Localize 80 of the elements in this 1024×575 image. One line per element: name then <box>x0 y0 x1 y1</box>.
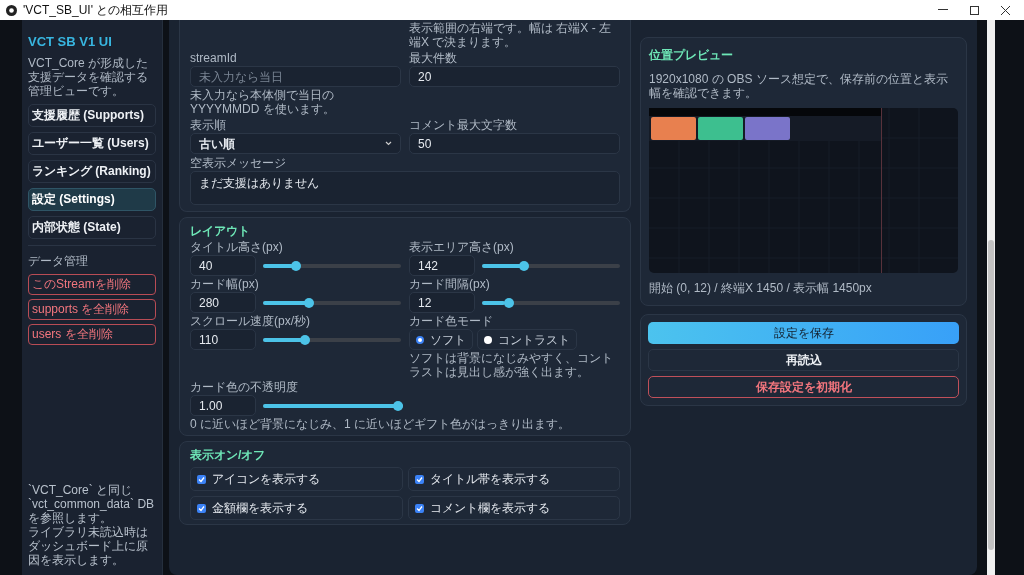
field-label: コメント最大文字数 <box>409 118 518 132</box>
checkbox-option[interactable]: アイコンを表示する <box>190 467 403 491</box>
slider-thumb[interactable] <box>303 297 314 308</box>
field-label: スクロール速度(px/秒) <box>190 314 311 328</box>
field-label: カード色の不透明度 <box>190 380 299 394</box>
checkbox-label: アイコンを表示する <box>212 471 320 488</box>
slider[interactable] <box>263 260 401 271</box>
close-icon[interactable] <box>1001 5 1010 15</box>
delete-button[interactable]: このStreamを削除 <box>28 273 156 295</box>
nav-item[interactable]: 支援履歴 (Supports) <box>28 103 156 127</box>
slider[interactable] <box>482 297 620 308</box>
input-field[interactable]: 未入力なら当日 <box>190 66 401 87</box>
field-label: 表示エリア高さ(px) <box>409 240 515 254</box>
reset-button[interactable]: 保存設定を初期化 <box>648 376 959 398</box>
input-field[interactable]: 142 <box>409 255 475 276</box>
checkbox-option[interactable]: コメント欄を表示する <box>407 496 620 520</box>
field-label: カード幅(px) <box>190 277 260 291</box>
checkbox[interactable] <box>197 474 206 484</box>
note-text: `VCT_Core` と同じ `vct_common_data` DB を参照します。 <box>28 483 156 525</box>
slider-thumb[interactable] <box>291 260 302 271</box>
reload-button[interactable]: 再読込 <box>648 349 959 371</box>
slider-thumb[interactable] <box>519 260 530 271</box>
checkbox-label: コメント欄を表示する <box>429 500 550 517</box>
input-field[interactable]: 110 <box>190 329 256 350</box>
checkbox-option[interactable]: 金額欄を表示する <box>190 496 403 520</box>
nav-item[interactable]: ユーザー一覧 (Users) <box>28 131 156 155</box>
app-icon <box>6 4 17 16</box>
input-field[interactable]: 12 <box>409 292 475 313</box>
input-field[interactable]: 20 <box>409 66 620 87</box>
scrollbar[interactable] <box>987 20 995 575</box>
nav-item[interactable]: 内部状態 (State) <box>28 215 156 239</box>
section-heading: データ管理 <box>28 252 89 270</box>
note-text: ライブラリ未読込時はダッシュボード上に原因を表示します。 <box>28 525 149 567</box>
slider[interactable] <box>482 260 620 271</box>
field-label: カード間隔(px) <box>409 277 491 291</box>
field-label: 最大件数 <box>409 51 458 65</box>
field-label: タイトル高さ(px) <box>190 240 284 254</box>
input-field[interactable]: 50 <box>409 133 620 154</box>
slider-thumb[interactable] <box>300 334 311 345</box>
checkbox-label: タイトル帯を表示する <box>429 471 550 488</box>
radio-option[interactable]: コントラスト <box>477 329 577 350</box>
app-title: VCT SB V1 UI <box>28 33 113 51</box>
input-field[interactable]: 1.00 <box>190 395 256 416</box>
text-area[interactable]: まだ支援はありません <box>190 171 620 205</box>
input-field[interactable]: 40 <box>190 255 256 276</box>
radio-option[interactable]: ソフト <box>409 329 473 350</box>
slider-thumb[interactable] <box>503 297 514 308</box>
hint-text: 0 に近いほど背景になじみ、1 に近いほどギフト色がはっきり出ます。 <box>190 417 571 431</box>
description: VCT_Core が形成した支援データを確認する管理ビューです。 <box>28 55 150 98</box>
checkbox[interactable] <box>414 503 424 513</box>
section-title: 表示オン/オフ <box>190 447 267 464</box>
field-label: streamId <box>190 51 238 65</box>
slider[interactable] <box>263 334 401 345</box>
hint-text: ソフトは背景になじみやすく、コントラストは見出し感が強く出ます。 <box>409 351 614 379</box>
maximize-icon[interactable] <box>970 5 979 15</box>
hint-text: 未入力なら本体側で当日の YYYYMMDD を使います。 <box>190 88 336 116</box>
slider-thumb[interactable] <box>393 400 403 411</box>
description: 1920x1080 の OBS ソース想定で、保存前の位置と表示幅を確認できます。 <box>649 72 949 100</box>
checkbox[interactable] <box>197 503 206 513</box>
checkbox-label: 金額欄を表示する <box>212 500 308 517</box>
nav-item[interactable]: 設定 (Settings) <box>28 187 156 211</box>
field-label: 表示順 <box>190 118 227 132</box>
section-title: レイアウト <box>190 223 251 240</box>
chevron-icon <box>385 141 392 146</box>
delete-button[interactable]: supports を全削除 <box>28 298 156 320</box>
window-title: 'VCT_SB_UI' との相互作用 <box>23 2 169 19</box>
hint-text: 表示範囲の右端です。幅は 右端X - 左端X で決まります。 <box>409 20 612 49</box>
select-field[interactable]: 古い順 <box>190 133 401 154</box>
input-field[interactable]: 280 <box>190 292 256 313</box>
save-button[interactable]: 設定を保存 <box>648 322 959 344</box>
checkbox-option[interactable]: タイトル帯を表示する <box>407 467 620 491</box>
slider[interactable] <box>263 297 401 308</box>
field-label: 空表示メッセージ <box>190 156 287 170</box>
delete-button[interactable]: users を全削除 <box>28 323 156 345</box>
section-title: 位置プレビュー <box>649 47 734 64</box>
minimize-icon[interactable] <box>938 9 948 11</box>
nav-item[interactable]: ランキング (Ranking) <box>28 159 156 183</box>
checkbox[interactable] <box>414 474 424 484</box>
caption: 開始 (0, 12) / 終端X 1450 / 表示幅 1450px <box>649 280 873 297</box>
field-label: カード色モード <box>409 314 494 328</box>
